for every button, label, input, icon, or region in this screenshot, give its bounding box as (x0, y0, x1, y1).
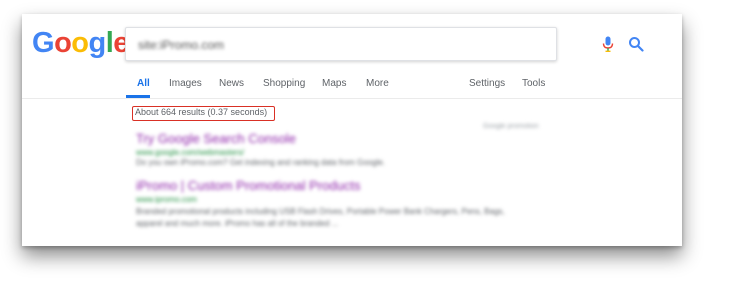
microphone-icon[interactable] (602, 36, 614, 53)
result-url[interactable]: www.google.com/webmasters/ (136, 148, 244, 157)
logo-letter: g (88, 27, 107, 59)
promotion-label: Google promotion (483, 123, 539, 130)
header-divider (22, 98, 682, 99)
tab-more[interactable]: More (366, 78, 389, 89)
result-title[interactable]: Try Google Search Console (136, 131, 296, 146)
logo-letter: l (105, 27, 114, 59)
result-snippet: Do you own iPromo.com? Get indexing and … (136, 158, 386, 167)
tab-settings[interactable]: Settings (469, 78, 505, 89)
logo-letter: o (54, 27, 72, 59)
result-url[interactable]: www.ipromo.com (136, 195, 197, 204)
google-logo[interactable]: Google (32, 27, 129, 60)
result-title[interactable]: iPromo | Custom Promotional Products (136, 178, 360, 193)
search-icon[interactable] (628, 36, 644, 52)
tab-shopping[interactable]: Shopping (263, 78, 305, 89)
logo-letter: o (71, 27, 89, 59)
result-snippet: Branded promotional products including U… (136, 207, 505, 216)
tab-all[interactable]: All (137, 78, 150, 89)
tab-images[interactable]: Images (169, 78, 202, 89)
search-input[interactable] (136, 35, 480, 55)
tab-news[interactable]: News (219, 78, 244, 89)
tab-maps[interactable]: Maps (322, 78, 346, 89)
browser-screenshot: Google All Images News Shopping Maps Mor… (22, 14, 682, 246)
search-box[interactable] (125, 27, 644, 61)
result-stats: About 664 results (0.37 seconds) (135, 107, 268, 117)
result-snippet-line2: apparel and much more. iPromo has all of… (136, 219, 339, 228)
tab-tools[interactable]: Tools (522, 78, 545, 89)
logo-letter: G (32, 27, 55, 59)
